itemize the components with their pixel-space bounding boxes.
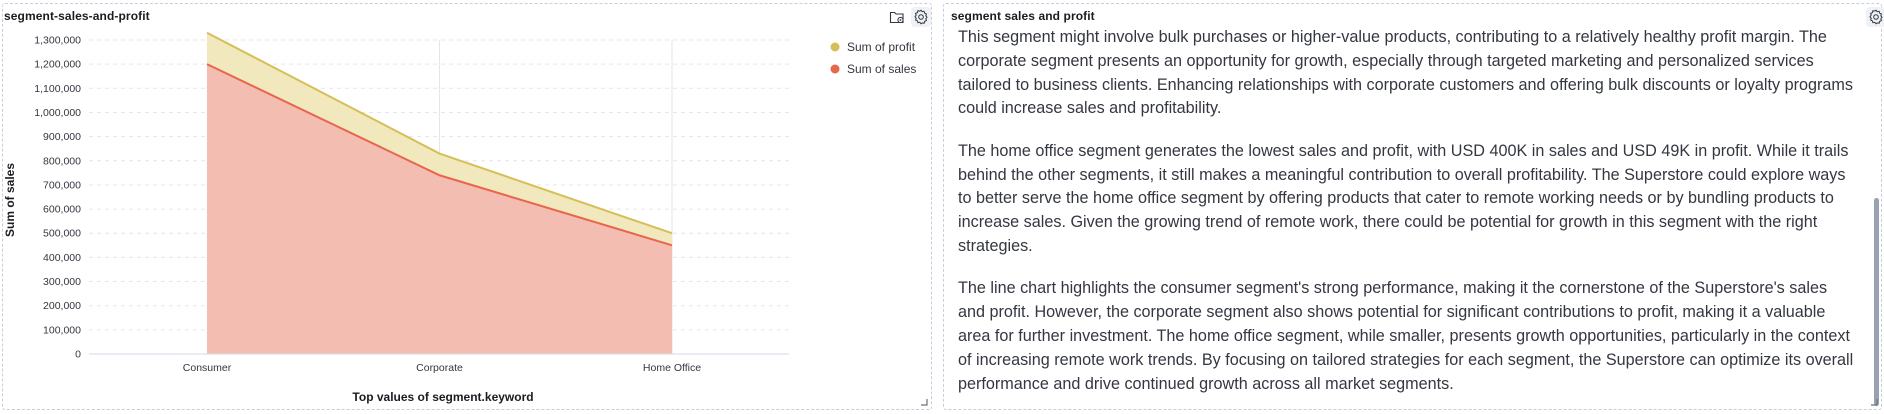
x-tick-label: Consumer — [183, 362, 232, 374]
y-axis-title: Sum of sales — [3, 163, 17, 237]
y-tick-label: 100,000 — [43, 324, 81, 336]
legend-swatch — [830, 64, 840, 74]
chart-area: 0 100,000 200,000 300,000 400,000 500,000 600,… — [3, 31, 916, 404]
paragraph: This segment might involve bulk purchase… — [958, 28, 1853, 118]
y-tick-label: 800,000 — [43, 155, 81, 167]
resize-handle-icon[interactable] — [1870, 398, 1878, 406]
gear-icon[interactable] — [1866, 7, 1884, 27]
x-axis-title: Top values of segment.keyword — [352, 390, 533, 404]
legend-label: Sum of sales — [847, 62, 916, 76]
x-tick-label: Corporate — [416, 362, 463, 374]
legend-label: Sum of profit — [847, 40, 916, 54]
y-tick-label: 300,000 — [43, 276, 81, 288]
chart-panel: segment-sales-and-profit 0 100,000 200,000… — [2, 3, 932, 410]
text-panel: segment sales and profit This segment mi… — [943, 3, 1884, 410]
legend-swatch — [830, 42, 840, 52]
x-tick-label: Home Office — [643, 362, 701, 374]
panel-title: segment sales and profit — [951, 9, 1095, 23]
paragraph: The line chart highlights the consumer s… — [958, 279, 1854, 393]
y-tick-label: 1,000,000 — [34, 107, 81, 119]
scrollbar-thumb[interactable] — [1874, 198, 1879, 406]
y-tick-label: 1,200,000 — [34, 59, 81, 71]
y-tick-label: 200,000 — [43, 300, 81, 312]
y-tick-label: 1,300,000 — [34, 35, 81, 47]
y-tick-label: 0 — [75, 349, 81, 361]
y-tick-label: 700,000 — [43, 179, 81, 191]
resize-handle-icon[interactable] — [920, 398, 928, 406]
y-tick-label: 900,000 — [43, 131, 81, 143]
y-tick-label: 400,000 — [43, 252, 81, 264]
y-tick-label: 1,100,000 — [34, 83, 81, 95]
legend: Sum of profit Sum of sales — [830, 40, 916, 76]
y-tick-label: 500,000 — [43, 228, 81, 240]
y-tick-label: 600,000 — [43, 204, 81, 216]
paragraph: The home office segment generates the lo… — [958, 141, 1849, 255]
markdown-text: This segment might involve bulk purchase… — [958, 26, 1858, 404]
